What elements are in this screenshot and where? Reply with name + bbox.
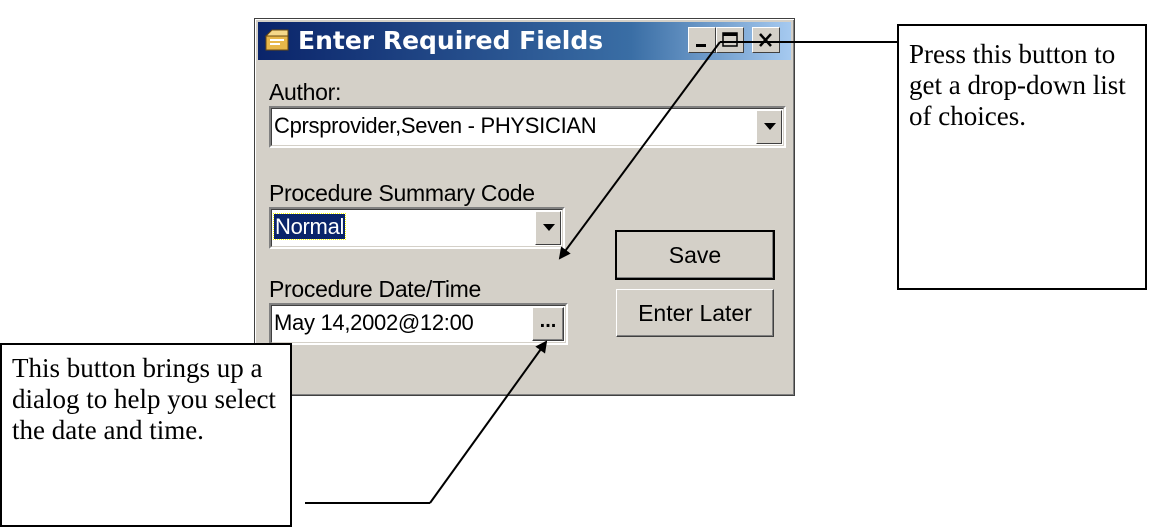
date-arrow: [429, 340, 548, 504]
dropdown-arrow: [558, 41, 721, 260]
callout-arrows: [305, 41, 897, 504]
